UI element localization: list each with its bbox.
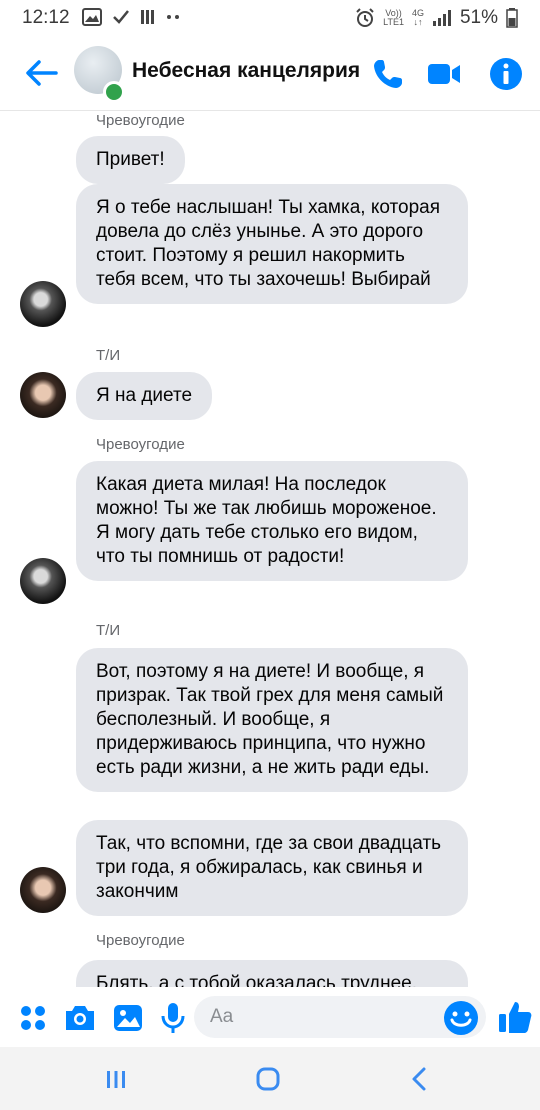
video-call-icon[interactable]: [426, 56, 462, 92]
sender-avatar[interactable]: [20, 281, 66, 327]
info-icon[interactable]: [488, 56, 524, 92]
message-bubble[interactable]: Вот, поэтому я на диете! И вообще, я при…: [76, 648, 468, 792]
phone-call-icon[interactable]: [370, 56, 406, 92]
system-nav-bar: [0, 1047, 540, 1110]
online-status-dot: [103, 81, 125, 103]
sender-name: Чревоугодие: [96, 932, 185, 949]
signal-icon: [432, 10, 451, 26]
chat-title[interactable]: Небесная канцелярия: [132, 59, 362, 83]
message-bubble[interactable]: Блять, а с тобой оказалась труднее.: [76, 960, 468, 987]
emoji-icon[interactable]: [442, 999, 480, 1037]
message-bubble[interactable]: Я на диете: [76, 372, 213, 420]
chat-header: Небесная канцелярия: [0, 36, 540, 111]
lte-label: LTE1: [383, 17, 404, 27]
check-icon: [113, 10, 129, 24]
camera-icon[interactable]: [62, 1000, 98, 1036]
sender-name: Чревоугодие: [96, 112, 185, 129]
sender-name: Т/И: [96, 347, 121, 364]
message-composer: [0, 990, 540, 1046]
battery-percent: 51%: [459, 7, 498, 28]
sender-avatar[interactable]: [20, 558, 66, 604]
status-time: 12:12: [22, 7, 70, 28]
microphone-icon[interactable]: [155, 1000, 191, 1036]
user-avatar[interactable]: [20, 867, 66, 913]
alarm-icon: [356, 8, 374, 27]
thumbs-up-icon[interactable]: [496, 998, 534, 1036]
back-arrow-icon[interactable]: [22, 54, 60, 92]
message-bubble[interactable]: Какая диета милая! На последок можно! Ты…: [76, 461, 468, 581]
sender-name: Т/И: [96, 622, 121, 639]
user-avatar[interactable]: [20, 372, 66, 418]
message-thread[interactable]: Чревоугодие Привет! Я о тебе наслышан! Т…: [0, 111, 540, 987]
apps-icon[interactable]: [15, 1000, 51, 1036]
status-bar: 12:12 Vo)) LTE1 4G ↓↑ 51%: [0, 0, 540, 36]
back-nav-icon[interactable]: [402, 1061, 438, 1097]
gallery-icon[interactable]: [110, 1000, 146, 1036]
message-bubble[interactable]: Так, что вспомни, где за свои двадцать т…: [76, 820, 468, 916]
app-notification-icon: [141, 10, 154, 24]
home-icon[interactable]: [250, 1061, 286, 1097]
sender-name: Чревоугодие: [96, 436, 185, 453]
more-notifications-icon: [167, 15, 179, 19]
recent-apps-icon[interactable]: [98, 1061, 134, 1097]
message-bubble[interactable]: Я о тебе наслышан! Ты хамка, которая дов…: [76, 184, 468, 304]
message-bubble[interactable]: Привет!: [76, 136, 185, 184]
battery-icon: [506, 8, 518, 28]
image-notification-icon: [82, 8, 102, 26]
